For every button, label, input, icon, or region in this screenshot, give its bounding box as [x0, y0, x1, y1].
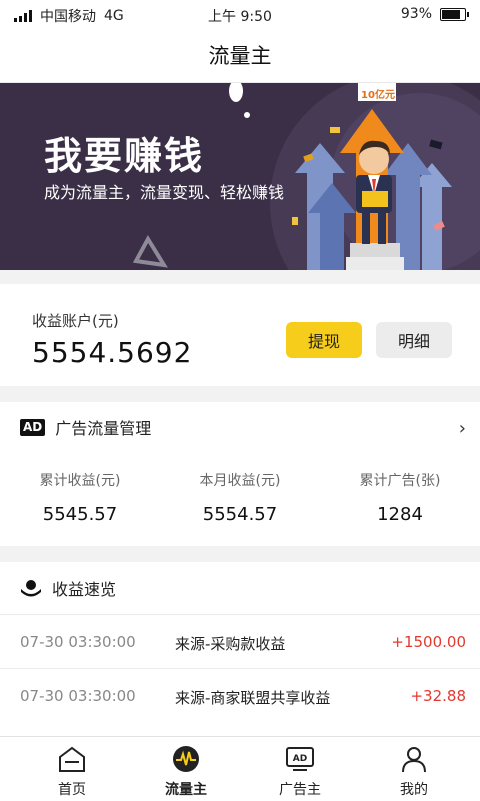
income-row[interactable]: 07-30 03:30:00 来源-采购款收益 +1500.00 — [0, 614, 480, 669]
pulse-icon — [173, 746, 199, 772]
tab-bar: 首页 流量主 AD 广告主 我的 — [0, 736, 480, 801]
tab-label: 广告主 — [279, 782, 321, 798]
banner-subtitle: 成为流量主，流量变现、轻松赚钱 — [44, 183, 285, 202]
income-overview-header: 收益速览 — [0, 562, 480, 614]
account-card: 收益账户(元) 5554.5692 提现 明细 — [0, 284, 480, 386]
ad-badge-icon: AD — [20, 418, 46, 436]
income-amount: +32.88 — [410, 687, 466, 705]
income-source: 来源-商家联盟共享收益 — [175, 689, 331, 707]
nav-bar: 流量主 — [0, 28, 480, 83]
stat-value: 5554.57 — [202, 504, 278, 525]
tab-label: 首页 — [58, 782, 86, 798]
income-source: 来源-采购款收益 — [175, 635, 286, 653]
stat-label: 本月收益(元) — [199, 473, 281, 489]
stat-value: 1284 — [377, 504, 423, 525]
income-amount: +1500.00 — [391, 633, 466, 651]
user-icon — [402, 747, 426, 773]
stat-label: 累计收益(元) — [39, 473, 121, 489]
home-icon — [59, 746, 85, 772]
tab-home[interactable]: 首页 — [12, 737, 132, 801]
account-label: 收益账户(元) — [32, 312, 119, 330]
ad-icon-text: AD — [293, 754, 307, 764]
stat-month-income: 本月收益(元) 5554.57 — [160, 470, 320, 525]
tab-mine[interactable]: 我的 — [354, 737, 474, 801]
stat-total-income: 累计收益(元) 5545.57 — [0, 470, 160, 525]
promo-banner[interactable]: 10亿元 我要赚钱 成为流量主，流量变现、轻松赚钱 — [0, 83, 480, 270]
banner-sign-text: 10亿元 — [361, 90, 395, 101]
ad-management-card: AD 广告流量管理 › 累计收益(元) 5545.57 本月收益(元) 5554… — [0, 402, 480, 546]
ad-management-header[interactable]: AD 广告流量管理 › — [0, 402, 480, 452]
status-bar: 中国移动 4G 上午 9:50 93% — [0, 0, 480, 28]
chevron-right-icon: › — [458, 418, 466, 439]
tab-label: 我的 — [400, 782, 428, 798]
income-time: 07-30 03:30:00 — [20, 687, 136, 705]
income-logo-icon — [21, 580, 41, 597]
stat-value: 5545.57 — [42, 504, 118, 525]
income-time: 07-30 03:30:00 — [20, 633, 136, 651]
withdraw-button[interactable]: 提现 — [286, 322, 362, 358]
battery-percent: 93% — [400, 6, 432, 22]
ad-icon: AD — [286, 747, 314, 771]
tab-advertiser[interactable]: AD 广告主 — [240, 737, 360, 801]
tab-label: 流量主 — [165, 782, 207, 798]
account-balance: 5554.5692 — [32, 336, 193, 369]
income-overview-card: 收益速览 07-30 03:30:00 来源-采购款收益 +1500.00 07… — [0, 562, 480, 736]
page-title: 流量主 — [208, 44, 272, 68]
stat-total-ads: 累计广告(张) 1284 — [320, 470, 480, 525]
ad-management-title: 广告流量管理 — [55, 419, 152, 438]
battery-icon — [440, 7, 469, 21]
detail-button[interactable]: 明细 — [376, 322, 452, 358]
stat-label: 累计广告(张) — [359, 473, 441, 489]
banner-headline: 我要赚钱 — [44, 134, 205, 178]
income-row[interactable]: 07-30 03:30:00 来源-商家联盟共享收益 +32.88 — [0, 668, 480, 723]
tab-traffic-owner[interactable]: 流量主 — [126, 737, 246, 801]
income-overview-title: 收益速览 — [52, 580, 117, 599]
